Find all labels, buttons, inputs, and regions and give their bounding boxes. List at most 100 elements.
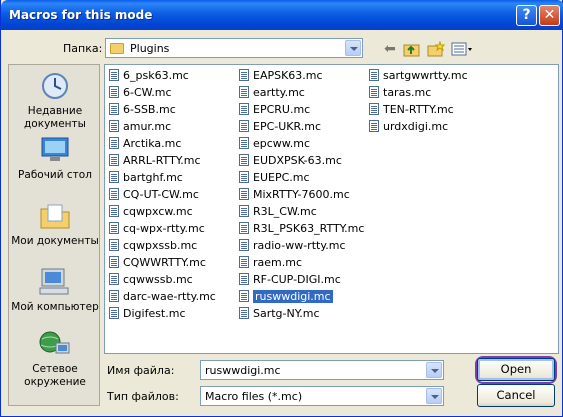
- file-item[interactable]: cqwpxcw.mc: [109, 204, 193, 220]
- place-recent-documents[interactable]: Недавние документы: [9, 71, 101, 131]
- filename-input[interactable]: ruswwdigi.mc: [200, 360, 444, 380]
- file-item[interactable]: CQ-UT-CW.mc: [109, 187, 199, 203]
- file-item[interactable]: cqwwssb.mc: [109, 272, 193, 288]
- file-name: eartty.mc: [253, 86, 305, 99]
- filetype-label: Тип файлов:: [107, 390, 179, 403]
- file-icon: [239, 69, 249, 81]
- file-item[interactable]: bartghf.mc: [109, 170, 183, 186]
- file-item[interactable]: eartty.mc: [239, 85, 305, 101]
- file-name: 6_psk63.mc: [123, 69, 189, 82]
- cancel-button[interactable]: Cancel: [477, 384, 555, 407]
- file-item[interactable]: Sartg-NY.mc: [239, 306, 320, 322]
- file-icon: [239, 120, 249, 132]
- file-icon: [239, 273, 249, 285]
- file-name: epcww.mc: [253, 137, 311, 150]
- file-name: Digifest.mc: [123, 307, 186, 320]
- file-item[interactable]: RF-CUP-DIGI.mc: [239, 272, 341, 288]
- file-item[interactable]: EPCRU.mc: [239, 102, 310, 118]
- file-icon: [239, 86, 249, 98]
- chevron-down-icon[interactable]: [345, 40, 361, 56]
- filetype-value: Macro files (*.mc): [205, 390, 303, 403]
- file-name: EPC-UKR.mc: [253, 120, 322, 133]
- file-item[interactable]: taras.mc: [369, 85, 431, 101]
- file-icon: [369, 69, 379, 81]
- file-item[interactable]: MixRTTY-7600.mc: [239, 187, 350, 203]
- file-item[interactable]: Arctika.mc: [109, 136, 181, 152]
- file-icon: [239, 290, 249, 302]
- open-button[interactable]: Open: [477, 358, 555, 381]
- close-button[interactable]: ✕: [539, 5, 560, 26]
- file-icon: [109, 256, 119, 268]
- file-name: cqwpxcw.mc: [123, 205, 193, 218]
- file-item[interactable]: 6_psk63.mc: [109, 68, 189, 84]
- file-icon: [109, 69, 119, 81]
- file-item[interactable]: ARRL-RTTY.mc: [109, 153, 201, 169]
- file-item[interactable]: Digifest.mc: [109, 306, 186, 322]
- chevron-down-icon[interactable]: [426, 388, 442, 404]
- file-item[interactable]: sartgwwrtty.mc: [369, 68, 468, 84]
- file-icon: [109, 188, 119, 200]
- file-item[interactable]: EPC-UKR.mc: [239, 119, 321, 135]
- file-icon: [109, 171, 119, 183]
- back-icon[interactable]: ⬅: [379, 39, 401, 59]
- network-places-icon: [38, 329, 72, 359]
- file-icon: [239, 188, 249, 200]
- file-item[interactable]: EUEPC.mc: [239, 170, 310, 186]
- file-icon: [369, 120, 379, 132]
- file-item[interactable]: 6-SSB.mc: [109, 102, 176, 118]
- recent-documents-icon: [38, 71, 72, 101]
- file-item[interactable]: radio-ww-rtty.mc: [239, 238, 346, 254]
- file-icon: [239, 307, 249, 319]
- file-item[interactable]: R3L_PSK63_RTTY.mc: [239, 221, 364, 237]
- up-folder-icon[interactable]: [401, 39, 423, 59]
- view-menu-icon[interactable]: [449, 39, 475, 59]
- place-desktop[interactable]: Рабочий стол: [9, 135, 101, 182]
- file-item[interactable]: R3L_CW.mc: [239, 204, 317, 220]
- file-item[interactable]: EUDXPSK-63.mc: [239, 153, 342, 169]
- place-network[interactable]: Сетевое окружение: [9, 329, 101, 389]
- folder-icon: [110, 43, 124, 54]
- file-item[interactable]: cq-wpx-rtty.mc: [109, 221, 205, 237]
- filetype-select[interactable]: Macro files (*.mc): [200, 386, 444, 406]
- look-in-value: Plugins: [130, 42, 170, 55]
- file-icon: [239, 154, 249, 166]
- file-item[interactable]: cqwpxssb.mc: [109, 238, 197, 254]
- look-in-combo[interactable]: Plugins: [105, 38, 363, 58]
- file-list[interactable]: 6_psk63.mc 6-CW.mc 6-SSB.mc amur.mc Arctika.…: [104, 64, 559, 354]
- file-name: radio-ww-rtty.mc: [253, 239, 346, 252]
- file-item[interactable]: TEN-RTTY.mc: [369, 102, 454, 118]
- file-name: cqwpxssb.mc: [123, 239, 198, 252]
- title-bar[interactable]: Macros for this mode ? ✕: [1, 0, 563, 30]
- file-icon: [239, 239, 249, 251]
- file-name: taras.mc: [383, 86, 432, 99]
- file-item[interactable]: ruswwdigi.mc: [239, 289, 333, 305]
- file-name: ruswwdigi.mc: [253, 290, 333, 303]
- file-item[interactable]: urdxdigi.mc: [369, 119, 448, 135]
- help-button[interactable]: ?: [516, 5, 537, 26]
- file-item[interactable]: amur.mc: [109, 119, 171, 135]
- file-icon: [369, 86, 379, 98]
- file-item[interactable]: darc-wae-rtty.mc: [109, 289, 216, 305]
- chevron-down-icon[interactable]: [426, 362, 442, 378]
- my-documents-icon: [38, 201, 72, 231]
- file-name: raem.mc: [253, 256, 303, 269]
- file-item[interactable]: epcww.mc: [239, 136, 310, 152]
- file-name: MixRTTY-7600.mc: [253, 188, 350, 201]
- file-item[interactable]: 6-CW.mc: [109, 85, 172, 101]
- file-name: EUEPC.mc: [253, 171, 310, 184]
- file-name: RF-CUP-DIGI.mc: [253, 273, 341, 286]
- file-item[interactable]: CQWWRTTY.mc: [109, 255, 206, 271]
- file-icon: [109, 222, 119, 234]
- place-my-documents[interactable]: Мои документы: [9, 201, 101, 248]
- open-file-dialog: Macros for this mode ? ✕ Папка: Plugins …: [0, 0, 563, 417]
- file-item[interactable]: EAPSK63.mc: [239, 68, 323, 84]
- file-icon: [239, 256, 249, 268]
- file-name: CQ-UT-CW.mc: [123, 188, 199, 201]
- place-my-computer[interactable]: Мой компьютер: [9, 267, 101, 314]
- file-name: amur.mc: [123, 120, 172, 133]
- new-folder-icon[interactable]: [425, 39, 447, 59]
- file-name: cq-wpx-rtty.mc: [123, 222, 205, 235]
- file-item[interactable]: raem.mc: [239, 255, 302, 271]
- file-name: sartgwwrtty.mc: [383, 69, 468, 82]
- file-icon: [109, 86, 119, 98]
